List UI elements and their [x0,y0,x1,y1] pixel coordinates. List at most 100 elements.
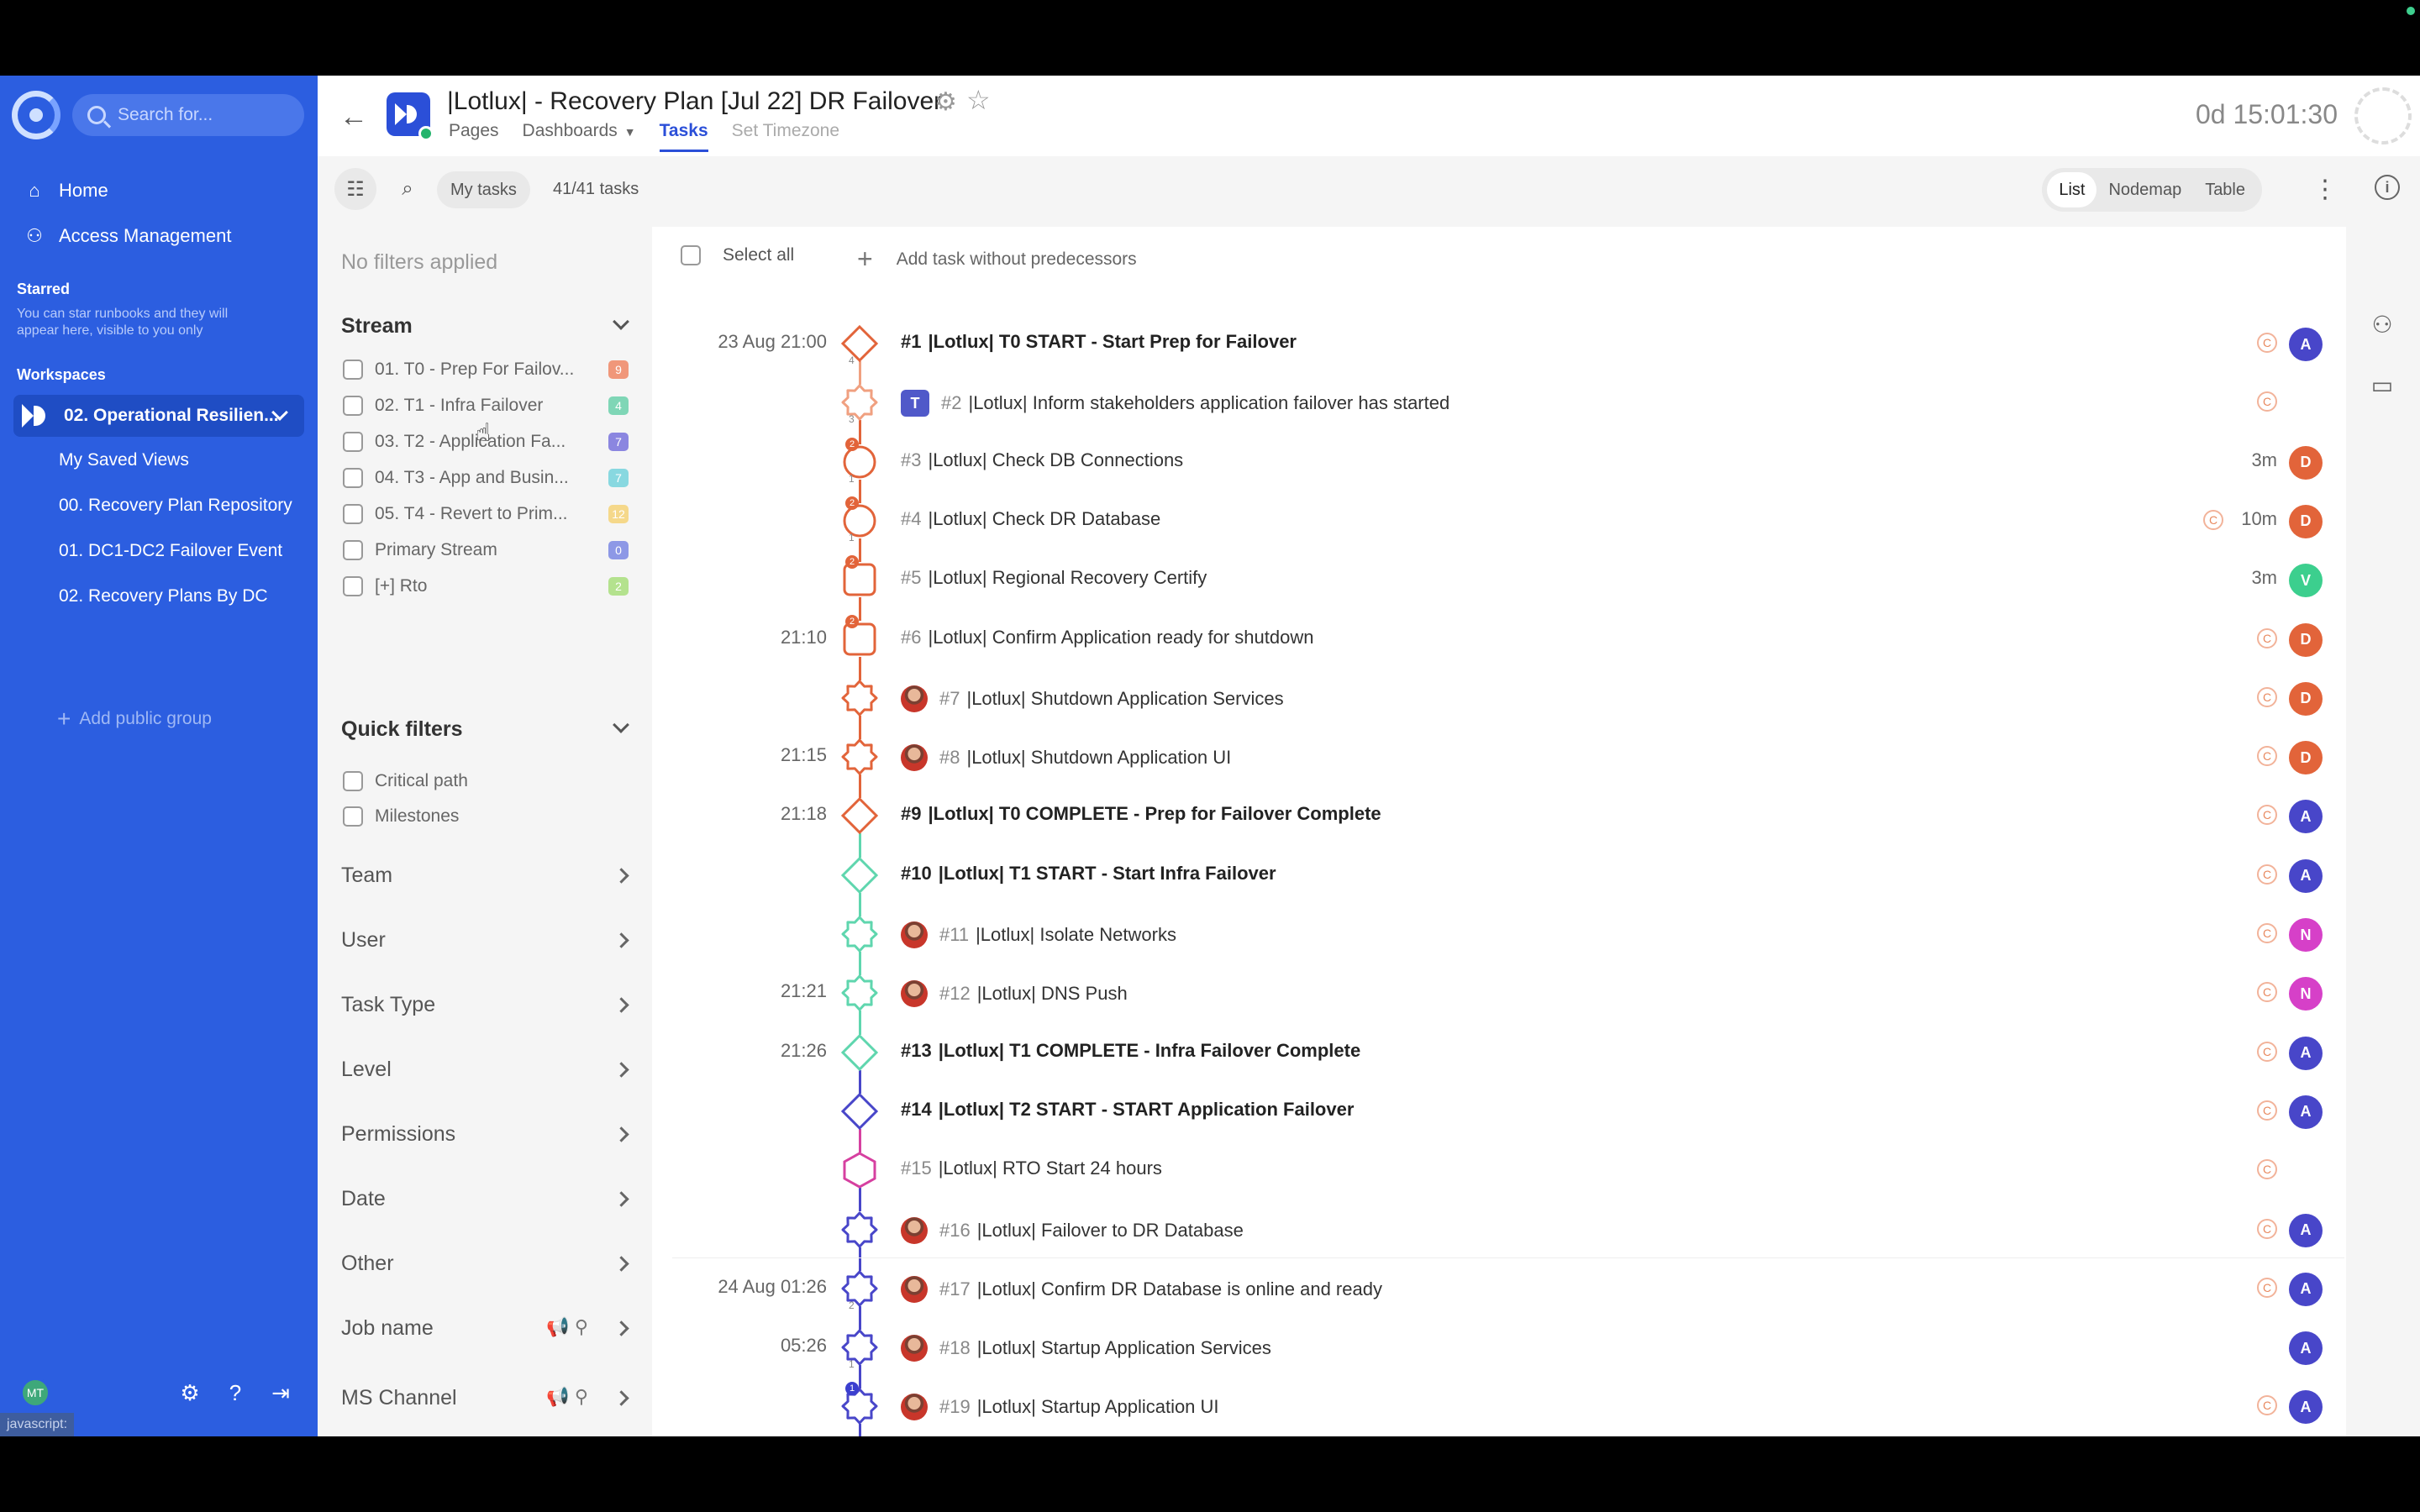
task-title[interactable]: #13 |Lotlux| T1 COMPLETE - Infra Failover… [901,1040,1360,1062]
task-title[interactable]: #1 |Lotlux| T0 START - Start Prep for Fai… [901,331,1297,353]
assignee-avatar[interactable] [2289,386,2323,421]
help-icon[interactable]: ? [222,1379,249,1406]
comms-icon[interactable]: C [2257,391,2277,412]
assignee-avatar[interactable]: A [2289,858,2323,893]
task-row[interactable]: 05:26 1 #18 |Lotlux| Startup Application Se… [652,1318,2346,1377]
workspace-item[interactable]: 01. DC1-DC2 Failover Event [59,541,282,561]
assignee-avatar[interactable]: A [2289,1036,2323,1070]
comms-icon[interactable]: C [2257,1218,2277,1239]
comment-icon[interactable]: ▭ [2368,371,2396,400]
more-options-icon[interactable]: ⋮ [2312,175,2338,204]
runbook-settings-icon[interactable]: ⚙ [934,87,957,117]
assignee-avatar[interactable]: A [2289,1272,2323,1306]
task-title[interactable]: #16 |Lotlux| Failover to DR Database [901,1216,1244,1244]
stream-filter-item[interactable]: Primary Stream 0 [343,540,629,560]
comms-icon[interactable]: C [2257,1395,2277,1416]
comms-icon[interactable]: C [2203,509,2223,530]
task-title[interactable]: #10 |Lotlux| T1 START - Start Infra Failo… [901,863,1276,885]
comms-icon[interactable]: C [2257,982,2277,1003]
comms-icon[interactable]: C [2257,1100,2277,1121]
chevron-right-icon[interactable] [613,1126,629,1142]
task-title[interactable]: #15 |Lotlux| RTO Start 24 hours [901,1158,1162,1179]
assignee-avatar[interactable]: A [2289,1390,2323,1425]
info-icon[interactable]: i [2375,175,2400,200]
comms-icon[interactable]: C [2257,805,2277,826]
checkbox[interactable] [343,576,363,596]
workspace-item[interactable]: 02. Recovery Plans By DC [59,586,268,606]
quick-filters-title[interactable]: Quick filters [341,717,463,742]
assignee-avatar[interactable]: N [2289,918,2323,952]
comms-icon[interactable]: C [2257,1159,2277,1180]
task-title[interactable]: #12 |Lotlux| DNS Push [901,980,1128,1008]
task-title[interactable]: #5 |Lotlux| Regional Recovery Certify [901,567,1207,589]
comms-icon[interactable]: C [2257,923,2277,943]
task-title[interactable]: #17 |Lotlux| Confirm DR Database is onlin… [901,1275,1382,1303]
task-row[interactable]: #15 |Lotlux| RTO Start 24 hours C [652,1141,2346,1200]
task-title[interactable]: #6 |Lotlux| Confirm Application ready for… [901,627,1314,648]
checkbox[interactable] [343,432,363,452]
task-row[interactable]: #11 |Lotlux| Isolate Networks C N [652,905,2346,963]
assignee-avatar[interactable]: A [2289,800,2323,834]
stream-filter-item[interactable]: 01. T0 - Prep For Failov... 9 [343,360,629,380]
stream-filter-item[interactable]: 04. T3 - App and Busin... 7 [343,468,629,488]
task-row[interactable]: 21:10 2 #6 |Lotlux| Confirm Application rea… [652,610,2346,669]
comms-icon[interactable]: C [2257,746,2277,767]
task-row[interactable]: 1 #19 |Lotlux| Startup Application UI C A [652,1377,2346,1436]
chevron-right-icon[interactable] [613,1062,629,1078]
task-title[interactable]: #7 |Lotlux| Shutdown Application Services [901,685,1284,712]
filter-group[interactable]: Job name 📢 ⚲ [341,1316,634,1341]
filter-group[interactable]: MS Channel 📢 ⚲ [341,1386,634,1410]
chevron-right-icon[interactable] [613,868,629,884]
stream-filter-title[interactable]: Stream [341,314,413,339]
star-icon[interactable]: ☆ [966,84,991,116]
assignee-avatar[interactable]: D [2289,681,2323,716]
app-logo-icon[interactable] [12,91,60,139]
task-row[interactable]: #7 |Lotlux| Shutdown Application Services… [652,669,2346,727]
chevron-down-icon[interactable] [613,717,629,733]
assignee-avatar[interactable]: A [2289,1331,2323,1366]
chevron-right-icon[interactable] [613,1320,629,1336]
task-row[interactable]: 2 #5 |Lotlux| Regional Recovery Certify 3m V [652,550,2346,609]
checkbox[interactable] [343,540,363,560]
tab-dashboards[interactable]: Dashboards ▼ [523,121,636,152]
quick-filter-critical-path[interactable]: Critical path [343,771,629,791]
filter-group[interactable]: Level [341,1058,634,1082]
add-public-group-button[interactable]: + Add public group [57,706,212,732]
checkbox[interactable] [343,396,363,416]
stream-filter-item[interactable]: [+] Rto 2 [343,576,629,596]
comms-icon[interactable]: C [2257,686,2277,707]
assignee-avatar[interactable]: D [2289,445,2323,480]
task-row[interactable]: 1 2 #4 |Lotlux| Check DR Database 10m C D [652,491,2346,550]
task-row[interactable]: 3 T #2 |Lotlux| Inform stakeholders applica… [652,373,2346,432]
assignee-avatar[interactable]: A [2289,1213,2323,1247]
chevron-right-icon[interactable] [613,932,629,948]
filter-toggle-button[interactable]: ☷ [334,168,376,210]
task-title[interactable]: #4 |Lotlux| Check DR Database [901,508,1160,530]
checkbox[interactable] [343,806,363,827]
task-row[interactable]: 21:18 #9 |Lotlux| T0 COMPLETE - Prep for F… [652,786,2346,845]
search-button[interactable]: ⌕ [387,168,429,210]
assignee-avatar[interactable]: D [2289,741,2323,775]
assignee-avatar[interactable]: D [2289,622,2323,657]
select-all[interactable]: Select all [681,245,794,265]
filter-group[interactable]: User [341,928,634,953]
filter-group[interactable]: Team [341,864,634,888]
comms-icon[interactable]: C [2257,333,2277,353]
checkbox[interactable] [343,504,363,524]
stream-filter-item[interactable]: 02. T1 - Infra Failover 4 [343,396,629,416]
filter-group[interactable]: Other [341,1252,634,1276]
nav-search-input[interactable]: Search for... [72,94,304,136]
tab-set-timezone[interactable]: Set Timezone [732,121,839,152]
assignee-avatar[interactable] [2289,1154,2323,1189]
task-title[interactable]: #11 |Lotlux| Isolate Networks [901,921,1176,948]
task-title[interactable]: #3 |Lotlux| Check DB Connections [901,449,1183,471]
task-row[interactable]: #10 |Lotlux| T1 START - Start Infra Failo… [652,846,2346,905]
view-list[interactable]: List [2047,172,2097,207]
task-title[interactable]: #18 |Lotlux| Startup Application Services [901,1335,1271,1362]
assignee-avatar[interactable]: D [2289,504,2323,538]
nav-item-home[interactable]: ⌂ Home [24,180,108,202]
task-row[interactable]: 24 Aug 01:26 2 #17 |Lotlux| Confirm DR Data… [652,1259,2346,1318]
task-row[interactable]: 21:26 #13 |Lotlux| T1 COMPLETE - Infra Fai… [652,1023,2346,1082]
checkbox[interactable] [681,245,701,265]
nav-item-access-management[interactable]: ⚇ Access Management [24,225,231,247]
